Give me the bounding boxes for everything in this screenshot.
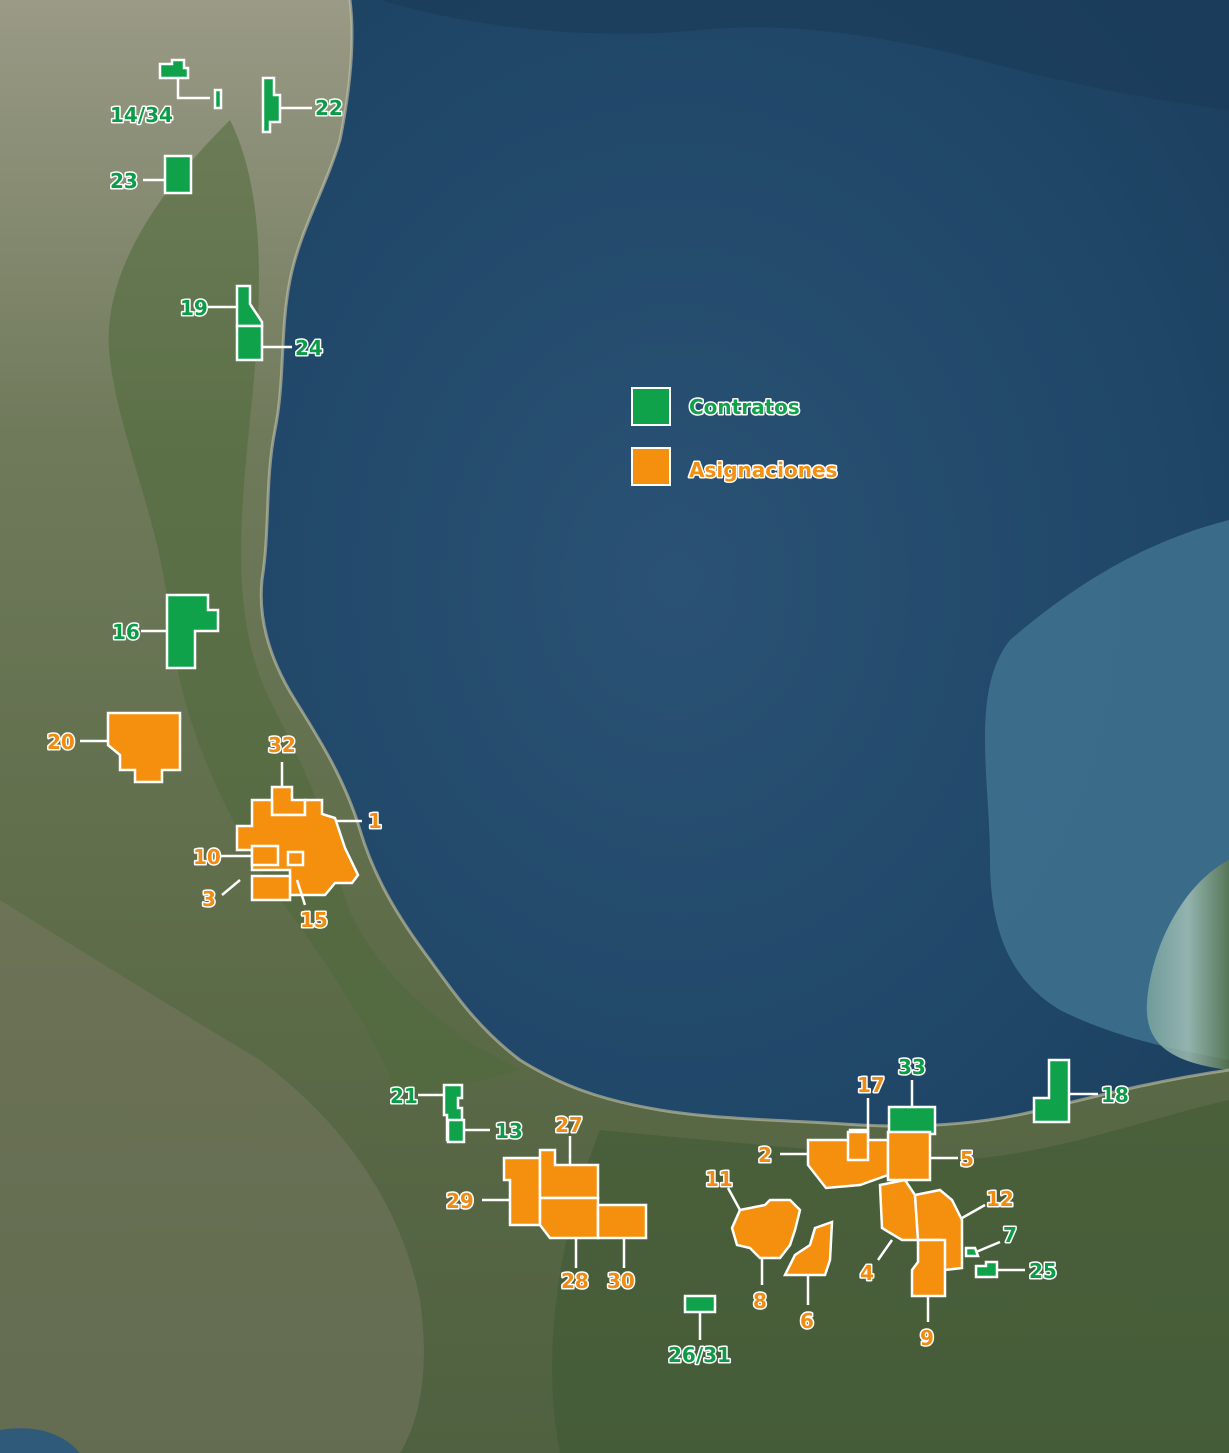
label-16: 16: [112, 620, 140, 644]
label-13: 13: [495, 1119, 523, 1143]
label-6: 6: [800, 1309, 814, 1333]
label-15: 15: [300, 908, 328, 932]
block-5[interactable]: [886, 1130, 932, 1182]
block-23[interactable]: [163, 154, 193, 195]
block-30[interactable]: [596, 1203, 648, 1240]
label-12: 12: [986, 1187, 1014, 1211]
label-17: 17: [857, 1073, 885, 1097]
label-26-31: 26/31: [668, 1343, 731, 1367]
label-30: 30: [607, 1269, 635, 1293]
label-20: 20: [47, 730, 75, 754]
label-22: 22: [315, 96, 343, 120]
satellite-map: 14/34 22 23 19 24 16 20 32 1 10 3 15 21 …: [0, 0, 1229, 1453]
block-29[interactable]: [502, 1156, 542, 1227]
label-8: 8: [753, 1289, 767, 1313]
block-26-31[interactable]: [683, 1294, 717, 1314]
label-27: 27: [555, 1113, 583, 1137]
block-28[interactable]: [538, 1196, 600, 1240]
label-11: 11: [705, 1167, 733, 1191]
legend-label-contratos: Contratos: [689, 395, 800, 419]
label-7: 7: [1003, 1223, 1017, 1247]
label-10: 10: [193, 845, 221, 869]
block-33[interactable]: [887, 1105, 937, 1136]
block-3[interactable]: [250, 874, 292, 902]
map-canvas: 14/34 22 23 19 24 16 20 32 1 10 3 15 21 …: [0, 0, 1229, 1453]
label-5: 5: [960, 1147, 974, 1171]
block-24[interactable]: [235, 324, 264, 362]
block-9[interactable]: [910, 1238, 947, 1298]
label-1: 1: [368, 809, 382, 833]
block-14-34-small[interactable]: [213, 88, 223, 110]
label-29: 29: [446, 1189, 474, 1213]
label-32: 32: [268, 733, 296, 757]
label-33: 33: [898, 1055, 926, 1079]
label-9: 9: [920, 1326, 934, 1350]
label-24: 24: [295, 336, 323, 360]
block-4[interactable]: [878, 1178, 920, 1242]
block-10[interactable]: [250, 844, 280, 867]
label-18: 18: [1101, 1083, 1129, 1107]
label-28: 28: [561, 1269, 589, 1293]
label-19: 19: [180, 296, 208, 320]
label-2: 2: [758, 1143, 772, 1167]
legend-label-asignaciones: Asignaciones: [689, 458, 837, 482]
label-25: 25: [1029, 1259, 1057, 1283]
legend-swatch-contratos: [631, 387, 671, 426]
label-3: 3: [202, 887, 216, 911]
legend-swatch-asignaciones: [631, 447, 671, 486]
label-14-34: 14/34: [110, 103, 173, 127]
label-21: 21: [390, 1084, 418, 1108]
block-15[interactable]: [286, 850, 305, 867]
label-23: 23: [110, 169, 138, 193]
block-13[interactable]: [446, 1118, 466, 1144]
block-17[interactable]: [846, 1130, 870, 1162]
label-4: 4: [860, 1261, 874, 1285]
